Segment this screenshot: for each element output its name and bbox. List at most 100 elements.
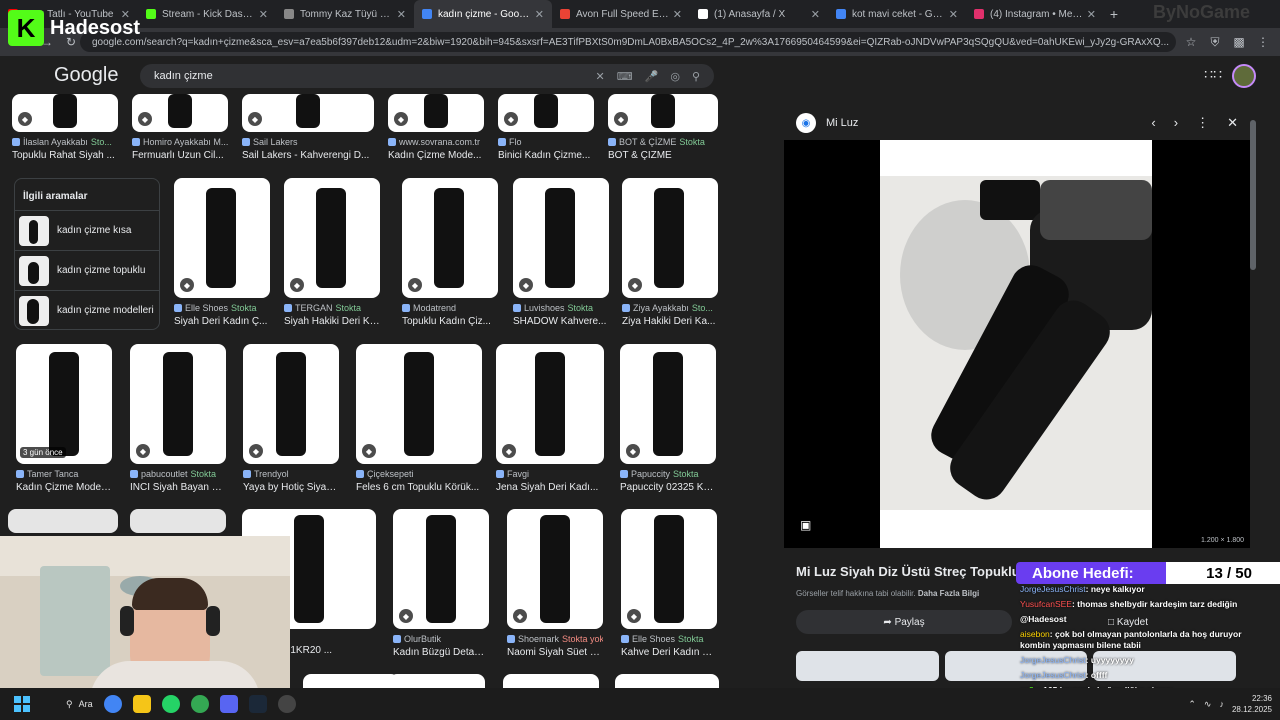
image-result[interactable]: ◆ Trendyol Yaya by Hotiç Siyah... (243, 344, 339, 493)
result-thumbnail[interactable]: ◆ (622, 178, 718, 298)
google-logo[interactable]: Google (54, 64, 119, 87)
system-clock[interactable]: 22:36 28.12.2025 (1232, 693, 1272, 715)
result-thumbnail[interactable] (389, 674, 485, 688)
result-thumbnail[interactable]: ◆ (284, 178, 380, 298)
result-thumbnail[interactable]: ◆ (356, 344, 482, 464)
scrollbar[interactable] (1250, 120, 1256, 270)
volume-icon[interactable]: ♪ (1219, 699, 1224, 709)
result-title[interactable]: Ziya Hakiki Deri Ka... (622, 316, 718, 327)
more-icon[interactable]: ⋮ (1196, 115, 1209, 131)
result-title[interactable]: Sail Lakers - Kahverengi D... (242, 150, 374, 161)
tab-close-icon[interactable]: ✕ (535, 8, 544, 21)
tab-close-icon[interactable]: ✕ (949, 8, 958, 21)
browser-tab[interactable]: kot mavi ceket - Google'd✕ (828, 0, 966, 28)
search-box[interactable]: kadın çizme ✕ ⌨ 🎤 ◎ ⚲ (140, 64, 714, 88)
new-tab-button[interactable]: + (1104, 6, 1124, 22)
steam-icon[interactable] (248, 695, 267, 713)
result-thumbnail[interactable]: ◆ (243, 344, 339, 464)
result-title[interactable]: Kadın Büzgü Detayl... (393, 647, 489, 658)
file-explorer-icon[interactable] (132, 695, 151, 713)
image-result[interactable] (389, 674, 485, 688)
image-result[interactable] (615, 674, 719, 688)
result-title[interactable]: Topuklu Kadın Çiz... (402, 316, 498, 327)
browser-tab[interactable]: Avon Full Speed Erkek Pa✕ (552, 0, 690, 28)
related-item[interactable]: kadın çizme topuklu (15, 250, 159, 290)
tab-close-icon[interactable]: ✕ (259, 8, 268, 21)
result-thumbnail[interactable]: ◆ (513, 178, 609, 298)
thumb[interactable] (796, 651, 939, 681)
result-title[interactable]: BOT & ÇİZME (608, 150, 718, 161)
shield-icon[interactable]: ⛨ (1206, 33, 1224, 51)
taskbar-search[interactable]: ⚲ Ara (66, 699, 93, 710)
clear-icon[interactable]: ✕ (596, 70, 605, 83)
preview-title[interactable]: Mi Luz Siyah Diz Üstü Streç Topuklu Kad (796, 564, 1048, 579)
related-item[interactable]: kadın çizme kısa (15, 210, 159, 250)
result-thumbnail[interactable]: ◆ (12, 94, 118, 132)
image-result[interactable]: ◆ Elle Shoes Stokta Siyah Deri Kadın Ç... (174, 178, 270, 327)
image-result[interactable]: ◆ BOT & ÇİZME Stokta BOT & ÇİZME (608, 94, 718, 161)
search-input[interactable]: kadın çizme (154, 70, 584, 82)
browser-tab[interactable]: Tommy Kaz Tüyü Erkek M✕ (276, 0, 414, 28)
result-title[interactable]: Fermuarlı Uzun Cil... (132, 150, 228, 161)
image-result[interactable]: ◆ Favgi Jena Siyah Deri Kadı... (496, 344, 604, 493)
mic-icon[interactable]: 🎤 (645, 70, 659, 83)
lens-search-icon[interactable]: ▣ (800, 518, 811, 532)
url-field[interactable]: google.com/search?q=kadın+çizme&sca_esv=… (80, 32, 1176, 52)
tab-close-icon[interactable]: ✕ (397, 8, 406, 21)
windows-start-icon[interactable] (14, 696, 30, 712)
result-thumbnail[interactable]: ◆ (393, 509, 489, 629)
result-thumbnail[interactable]: 3 gün önce (16, 344, 112, 464)
result-title[interactable]: Kadın Çizme Mode... (388, 150, 484, 161)
browser-tab[interactable]: Stream - Kick Dashboard✕ (138, 0, 276, 28)
next-icon[interactable]: › (1174, 115, 1178, 131)
result-thumbnail[interactable]: ◆ (507, 509, 603, 629)
browser-tab[interactable]: (1) Anasayfa / X ✕ (690, 0, 828, 28)
obs-icon[interactable] (277, 695, 296, 713)
share-button[interactable]: ➦ Paylaş (796, 610, 1012, 634)
tray-chevron-icon[interactable]: ⌃ (1188, 699, 1196, 710)
result-thumbnail[interactable]: ◆ (174, 178, 270, 298)
image-result[interactable]: ◆ www.sovrana.com.tr Kadın Çizme Mode... (388, 94, 484, 161)
image-result[interactable]: ◆ OlurButik Kadın Büzgü Detayl... (393, 509, 489, 658)
result-title[interactable]: Kahve Deri Kadın Ç... (621, 647, 717, 658)
result-title[interactable]: Papuccity 02325 Ka... (620, 482, 716, 493)
keyboard-icon[interactable]: ⌨ (617, 70, 633, 83)
image-result[interactable]: ◆ pabucoutlet Stokta İNCİ Siyah Bayan Ç... (130, 344, 226, 493)
discord-icon[interactable] (219, 695, 238, 713)
result-title[interactable]: İNCİ Siyah Bayan Ç... (130, 482, 226, 493)
result-thumbnail[interactable]: ◆ (242, 94, 374, 132)
result-thumbnail[interactable]: ◆ (402, 178, 498, 298)
result-title[interactable]: Feles 6 cm Topuklu Körük... (356, 482, 482, 493)
apps-grid-icon[interactable]: ∷∷ (1204, 66, 1222, 83)
image-result[interactable]: ◆ İlaslan Ayakkabı Sto... Topuklu Rahat Siy… (12, 94, 118, 161)
result-thumbnail[interactable]: ◆ (621, 509, 717, 629)
result-title[interactable]: Topuklu Rahat Siyah ... (12, 150, 118, 161)
preview-site-name[interactable]: Mi Luz (826, 117, 858, 129)
image-result[interactable]: ◆ Modatrend Topuklu Kadın Çiz... (402, 178, 498, 327)
browser-tab[interactable]: (4) Instagram • Mesajlar✕ (966, 0, 1104, 28)
image-result[interactable]: ◆ Shoemark Stokta yok Naomi Siyah Süet K... (507, 509, 603, 658)
result-thumbnail[interactable]: ◆ (388, 94, 484, 132)
menu-icon[interactable]: ⋮ (1254, 33, 1272, 51)
result-title[interactable]: Jena Siyah Deri Kadı... (496, 482, 604, 493)
more-info-link[interactable]: Daha Fazla Bilgi (918, 589, 979, 598)
wifi-icon[interactable]: ∿ (1204, 699, 1212, 710)
image-result[interactable]: ◆ Luvishoes Stokta SHADOW Kahvere... (513, 178, 609, 327)
extensions-icon[interactable]: ▩ (1230, 33, 1248, 51)
result-title[interactable]: SHADOW Kahvere... (513, 316, 609, 327)
avatar[interactable] (1232, 64, 1256, 88)
image-result[interactable]: ◆ Flo Binici Kadın Çizme... (498, 94, 594, 161)
image-result[interactable]: ◆ Sail Lakers Sail Lakers - Kahverengi D..… (242, 94, 374, 161)
bookmark-star-icon[interactable]: ☆ (1182, 33, 1200, 51)
image-result[interactable]: ◆ Elle Shoes Stokta Kahve Deri Kadın Ç... (621, 509, 717, 658)
result-title[interactable]: Siyah Hakiki Deri Ka... (284, 316, 380, 327)
search-icon[interactable]: ⚲ (692, 70, 700, 83)
result-thumbnail[interactable]: ◆ (608, 94, 718, 132)
result-title[interactable]: Kadın Çizme Modell... (16, 482, 112, 493)
result-thumbnail[interactable] (130, 509, 226, 533)
image-result[interactable] (503, 674, 599, 688)
result-thumbnail[interactable] (8, 509, 118, 533)
image-result[interactable]: 3 gün önce Tamer Tanca Kadın Çizme Modell.… (16, 344, 112, 493)
whatsapp-icon[interactable] (161, 695, 180, 713)
tab-close-icon[interactable]: ✕ (811, 8, 820, 21)
